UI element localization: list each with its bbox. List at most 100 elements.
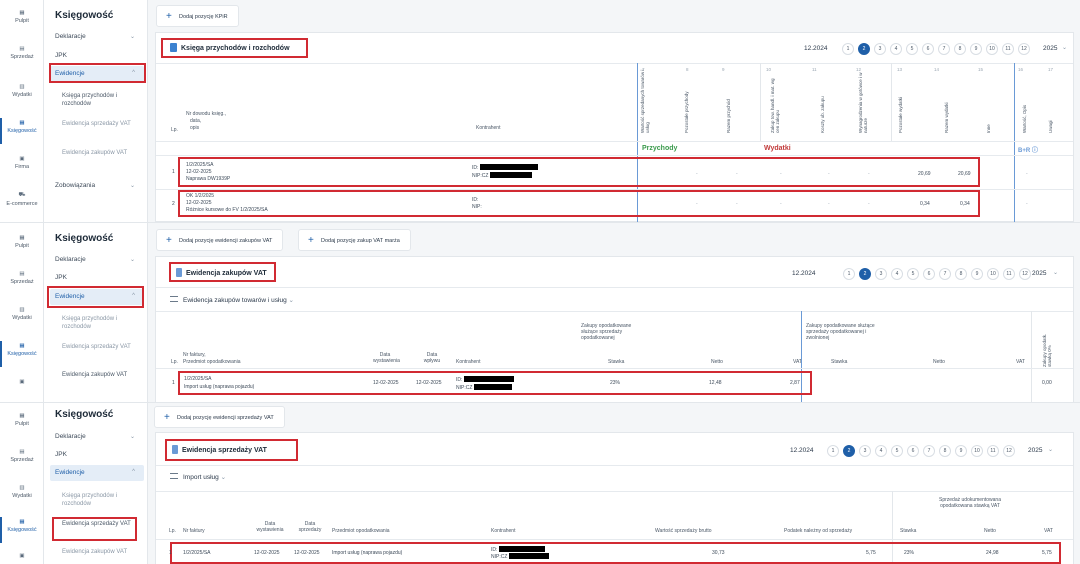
add-zakup-button[interactable]: + Dodaj pozycję ewidencji zakupów VAT xyxy=(156,229,284,251)
page-3[interactable]: 3 xyxy=(859,445,871,457)
header-koszty-ub: Koszty ub. zakupu xyxy=(820,96,825,133)
page-5[interactable]: 5 xyxy=(906,43,918,55)
nav-sprzedaz[interactable]: ▤ Sprzedaż xyxy=(0,46,44,60)
menu-kpir[interactable]: Księga przychodów i rozchodów xyxy=(62,92,144,108)
menu-zobowiazania[interactable]: Zobowiązania xyxy=(55,182,95,189)
nav-firma[interactable]: ▣ Firma xyxy=(0,156,44,170)
header-lp: Lp. xyxy=(169,528,176,534)
nav-sprzedaz[interactable]: ▤ Sprzedaż xyxy=(0,271,44,285)
nav-firma[interactable]: ▣ xyxy=(0,553,44,561)
menu-jpk[interactable]: JPK xyxy=(55,274,67,281)
menu-deklaracje[interactable]: Deklaracje xyxy=(55,33,86,40)
page-8[interactable]: 8 xyxy=(939,445,951,457)
header-stawka: Stawka xyxy=(900,528,917,534)
page-5[interactable]: 5 xyxy=(907,268,919,280)
page-1[interactable]: 1 xyxy=(827,445,839,457)
page-4[interactable]: 4 xyxy=(891,268,903,280)
plus-icon: + xyxy=(166,235,172,246)
br-divider xyxy=(1014,63,1015,222)
menu-deklaracje[interactable]: Deklaracje xyxy=(55,256,86,263)
header-top-line xyxy=(156,63,1073,64)
nav-wydatki[interactable]: ▥ Wydatki xyxy=(0,307,44,321)
page-12[interactable]: 12 xyxy=(1018,43,1030,55)
page-12[interactable]: 12 xyxy=(1003,445,1015,457)
zakupy-subtitle[interactable]: Ewidencja zakupów towarów i usług ⌄ xyxy=(170,296,294,304)
nav-ecommerce[interactable]: ⛟ E-commerce xyxy=(0,192,44,207)
nav-ksiegowosc[interactable]: ▦ Księgowość xyxy=(0,343,44,357)
page-10[interactable]: 10 xyxy=(986,43,998,55)
menu-kpir[interactable]: Księga przychodów i rozchodów xyxy=(62,315,144,331)
year-select[interactable]: 2025 xyxy=(1028,447,1042,454)
menu-ewidencje[interactable]: Ewidencje xyxy=(55,293,85,300)
menu-ev-zakupow[interactable]: Ewidencja zakupów VAT xyxy=(62,149,144,157)
page-11[interactable]: 11 xyxy=(987,445,999,457)
menu-ev-zakupow[interactable]: Ewidencja zakupów VAT xyxy=(62,548,144,556)
menu-ewidencje[interactable]: Ewidencje xyxy=(55,70,85,77)
page-3[interactable]: 3 xyxy=(874,43,886,55)
page-8[interactable]: 8 xyxy=(955,268,967,280)
add-zakup-marza-button[interactable]: + Dodaj pozycję zakup VAT marża xyxy=(298,229,411,251)
col-divider xyxy=(1031,311,1032,402)
page-2[interactable]: 2 xyxy=(843,445,855,457)
add-kpir-button[interactable]: + Dodaj pozycję KPiR xyxy=(156,5,239,27)
page-7[interactable]: 7 xyxy=(938,43,950,55)
nav-pulpit[interactable]: ▦ Pulpit xyxy=(0,235,44,249)
menu-jpk[interactable]: JPK xyxy=(55,52,67,59)
menu-ev-sprzedazy[interactable]: Ewidencja sprzedaży VAT xyxy=(62,120,144,128)
page-1[interactable]: 1 xyxy=(843,268,855,280)
page-6[interactable]: 6 xyxy=(922,43,934,55)
page-9[interactable]: 9 xyxy=(970,43,982,55)
row-nr[interactable]: OK 1/2/2025 xyxy=(186,193,214,199)
menu-ev-sprzedazy[interactable]: Ewidencja sprzedaży VAT xyxy=(62,343,144,351)
page-4[interactable]: 4 xyxy=(890,43,902,55)
page-3[interactable]: 3 xyxy=(875,268,887,280)
year-select[interactable]: 2025 xyxy=(1043,45,1057,52)
page-6[interactable]: 6 xyxy=(923,268,935,280)
sprzedaz-subtitle[interactable]: Import usług ⌄ xyxy=(170,473,226,481)
nav-firma[interactable]: ▣ xyxy=(0,379,44,387)
page-2[interactable]: 2 xyxy=(859,268,871,280)
row-zero: 0,00 xyxy=(1042,380,1052,386)
row-nr[interactable]: 1/2/2025/SA xyxy=(183,550,211,556)
list-icon xyxy=(170,473,178,479)
header-wynagrodzenia: Wynagrodzenia w gotówce i w naturze xyxy=(858,72,868,134)
menu-deklaracje[interactable]: Deklaracje xyxy=(55,433,86,440)
page-8[interactable]: 8 xyxy=(954,43,966,55)
page-11[interactable]: 11 xyxy=(1002,43,1014,55)
page-10[interactable]: 10 xyxy=(987,268,999,280)
menu-jpk[interactable]: JPK xyxy=(55,451,67,458)
row-nip: NIP:CZ xyxy=(456,384,512,391)
page-1[interactable]: 1 xyxy=(842,43,854,55)
nav-sprzedaz[interactable]: ▤ Sprzedaż xyxy=(0,449,44,463)
menu-ev-zakupow[interactable]: Ewidencja zakupów VAT xyxy=(62,371,144,379)
page-9[interactable]: 9 xyxy=(955,445,967,457)
menu-ewidencje[interactable]: Ewidencje xyxy=(55,469,85,476)
chevron-down-icon: ⌄ xyxy=(1062,45,1068,51)
nav-wydatki[interactable]: ▥ Wydatki xyxy=(0,485,44,499)
menu-kpir[interactable]: Księga przychodów i rozchodów xyxy=(62,492,144,508)
page-12[interactable]: 12 xyxy=(1019,268,1031,280)
menu-ev-sprzedazy[interactable]: Ewidencja sprzedaży VAT xyxy=(62,520,144,528)
page-11[interactable]: 11 xyxy=(1003,268,1015,280)
page-4[interactable]: 4 xyxy=(875,445,887,457)
year-select[interactable]: 2025 xyxy=(1032,270,1046,277)
submenu: Księgowość Deklaracje ⌄ JPK Ewidencje ^ … xyxy=(44,403,148,564)
briefcase-icon: ▣ xyxy=(19,379,25,385)
row-nr[interactable]: 1/2/2025/SA xyxy=(184,376,212,382)
page-5[interactable]: 5 xyxy=(891,445,903,457)
add-sprzedaz-button[interactable]: + Dodaj pozycję ewidencji sprzedaży VAT xyxy=(154,406,285,428)
nav-pulpit[interactable]: ▦ Pulpit xyxy=(0,10,44,24)
header-group2: Zakupy opodatkowane służące sprzedaży op… xyxy=(806,323,875,341)
nav-ksiegowosc[interactable]: ▦ Księgowość xyxy=(0,120,44,134)
row-nr[interactable]: 1/2/2025/SA xyxy=(186,162,214,168)
page-7[interactable]: 7 xyxy=(923,445,935,457)
page-2[interactable]: 2 xyxy=(858,43,870,55)
page-6[interactable]: 6 xyxy=(907,445,919,457)
page-10[interactable]: 10 xyxy=(971,445,983,457)
nav-wydatki[interactable]: ▥ Wydatki xyxy=(0,84,44,98)
nav-ksiegowosc[interactable]: ▦ Księgowość xyxy=(0,519,44,533)
page-7[interactable]: 7 xyxy=(939,268,951,280)
zakupy-title: Ewidencja zakupów VAT xyxy=(176,268,267,277)
page-9[interactable]: 9 xyxy=(971,268,983,280)
nav-pulpit[interactable]: ▦ Pulpit xyxy=(0,413,44,427)
